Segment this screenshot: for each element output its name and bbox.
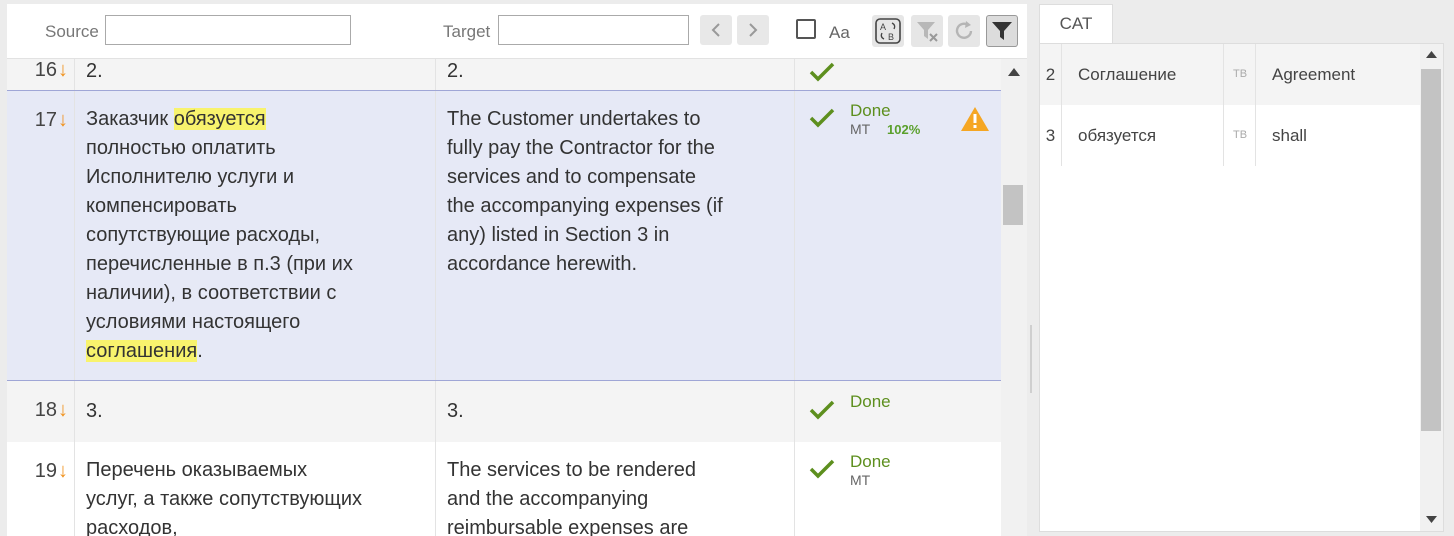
segment-row-18[interactable]: 18↓ 3. 3. Done (7, 381, 1001, 442)
svg-text:B: B (888, 32, 894, 42)
target-text: The Customer undertakes to fully pay the… (447, 108, 723, 275)
segment-number: 18 (34, 399, 57, 421)
refresh-button[interactable] (948, 15, 980, 47)
cat-row-number: 2 (1040, 44, 1062, 105)
cat-source-term: Соглашение (1062, 44, 1224, 105)
source-text: 2. (86, 60, 103, 82)
cat-scrollbar[interactable] (1420, 44, 1443, 531)
scrollbar-thumb[interactable] (1421, 69, 1441, 431)
target-filter-input[interactable] (498, 15, 689, 45)
target-filter-label: Target (443, 22, 491, 41)
checkmark-icon (809, 400, 835, 420)
cat-source-term: обязуется (1062, 105, 1224, 166)
cat-type-badge: ТВ (1225, 105, 1256, 166)
prev-match-button[interactable] (700, 15, 732, 45)
target-text: 2. (447, 60, 464, 82)
segment-row-16[interactable]: 16↓ 2. 2. (7, 59, 1001, 92)
scroll-up-icon[interactable] (1426, 51, 1437, 58)
chevron-right-icon (749, 23, 758, 37)
cat-target-term[interactable]: Agreement (1256, 44, 1420, 105)
cat-row[interactable]: 3 обязуется ТВ shall (1040, 105, 1420, 166)
segment-number: 17 (34, 109, 57, 131)
grid-scrollbar[interactable] (1001, 59, 1027, 536)
cat-results: 2 Соглашение ТВ Agreement 3 обязуется ТВ… (1039, 43, 1444, 532)
arrow-down-icon: ↓ (58, 59, 68, 81)
refresh-icon (955, 21, 973, 39)
segment-row-17[interactable]: 17↓ Заказчик обязуется полностью оплатит… (7, 90, 1001, 381)
scroll-down-icon[interactable] (1426, 516, 1437, 523)
segment-number: 16 (34, 59, 57, 81)
origin-label: MT (850, 472, 871, 488)
target-text: The services to be rendered and the acco… (447, 459, 697, 536)
next-match-button[interactable] (737, 15, 769, 45)
arrow-down-icon: ↓ (58, 109, 68, 131)
arrow-down-icon: ↓ (58, 460, 68, 482)
segment-number: 19 (34, 460, 57, 482)
panel-splitter[interactable] (1030, 325, 1035, 393)
origin-label: MT (850, 121, 871, 137)
source-text: Перечень оказываемых услуг, а также сопу… (86, 459, 363, 536)
cat-target-term[interactable]: shall (1256, 105, 1420, 166)
match-case-label: Aa (829, 23, 850, 42)
status-label: Done (850, 101, 891, 120)
source-text: Заказчик обязуется полностью оплатить Ис… (86, 108, 353, 362)
warning-icon[interactable] (960, 106, 990, 132)
term-highlight[interactable]: соглашения (86, 340, 198, 362)
status-label: Done (850, 452, 891, 471)
match-case-checkbox[interactable] (796, 19, 816, 39)
filter-clear-icon (917, 22, 938, 42)
filter-button[interactable] (986, 15, 1018, 47)
replace-button[interactable]: A B (872, 15, 904, 47)
editor-panel: Source Target Aa A B 16↓ 2. 2. 17↓ Заказ… (7, 4, 1027, 536)
scrollbar-thumb[interactable] (1003, 185, 1023, 225)
filter-icon (992, 22, 1012, 40)
scroll-up-icon[interactable] (1008, 68, 1020, 76)
cat-row-number: 3 (1040, 105, 1062, 166)
segment-grid: 16↓ 2. 2. 17↓ Заказчик обязуется полност… (7, 59, 1001, 536)
tab-cat[interactable]: CAT (1039, 4, 1113, 43)
clear-filter-button[interactable] (911, 15, 943, 47)
replace-ab-icon: A B (875, 18, 901, 44)
source-text: 3. (86, 400, 103, 422)
target-text: 3. (447, 400, 464, 422)
toolbar: Source Target Aa A B (7, 4, 1027, 59)
source-filter-input[interactable] (105, 15, 351, 45)
svg-text:A: A (880, 22, 886, 32)
chevron-left-icon (711, 23, 720, 37)
status-label: Done (850, 392, 891, 411)
term-highlight[interactable]: обязуется (173, 108, 266, 130)
segment-row-19[interactable]: 19↓ Перечень оказываемых услуг, а также … (7, 442, 1001, 536)
cat-panel: CAT 2 Соглашение ТВ Agreement 3 обязуетс… (1039, 4, 1444, 532)
checkmark-icon (809, 108, 835, 128)
cat-type-badge: ТВ (1225, 44, 1256, 105)
match-percent: 102% (887, 122, 921, 137)
checkmark-icon (809, 62, 835, 82)
arrow-down-icon: ↓ (58, 399, 68, 421)
checkmark-icon (809, 459, 835, 479)
source-filter-label: Source (45, 22, 99, 41)
cat-row[interactable]: 2 Соглашение ТВ Agreement (1040, 44, 1420, 105)
